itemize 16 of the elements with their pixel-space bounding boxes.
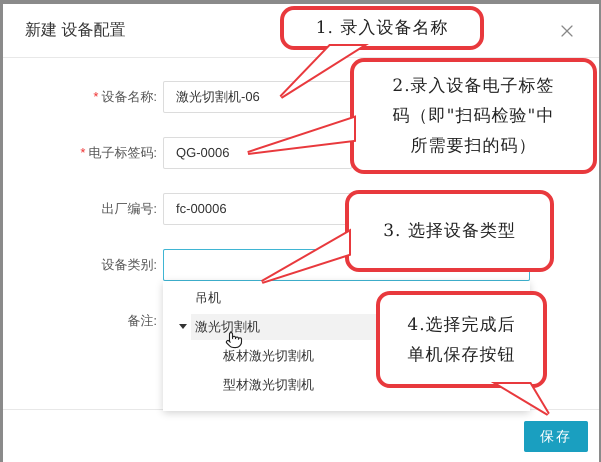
callout-text: 2.录入设备电子标签 — [392, 75, 555, 98]
required-mark: * — [80, 144, 86, 162]
caret-icon[interactable] — [179, 324, 187, 330]
field-label: 备注: — [127, 312, 157, 330]
field-label: 出厂编号: — [101, 200, 157, 218]
callout-text: 单机保存按钮 — [408, 344, 516, 366]
dialog-title: 新建 设备配置 — [25, 20, 126, 40]
callout-text: 所需要扫的码） — [410, 135, 536, 158]
field-label: 设备类别: — [101, 256, 157, 274]
callout-text: 1. 录入设备名称 — [316, 17, 448, 40]
hand-pointer-icon — [225, 331, 243, 349]
required-mark: * — [93, 88, 98, 106]
callout-text: 码（即"扫码检验"中 — [392, 105, 554, 128]
field-label: 设备名称: — [101, 88, 157, 106]
callout-text: 3. 选择设备类型 — [383, 220, 516, 243]
field-label: 电子标签码: — [88, 144, 157, 162]
